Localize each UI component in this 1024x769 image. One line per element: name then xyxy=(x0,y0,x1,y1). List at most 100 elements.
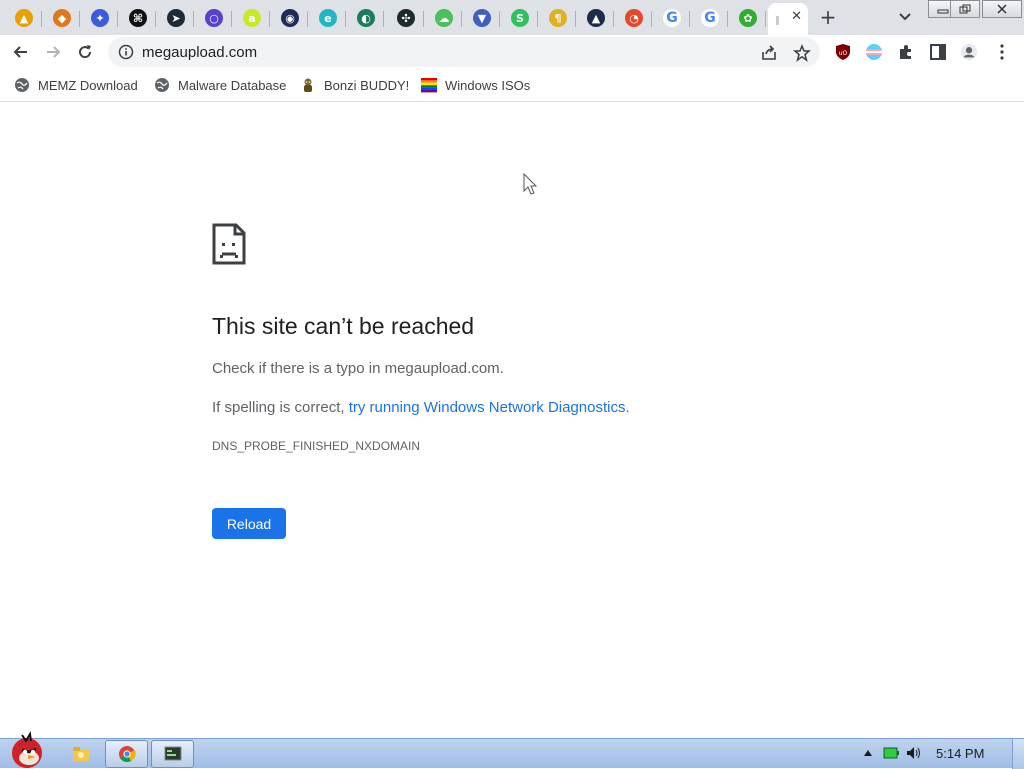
tab-pinned[interactable]: ○ xyxy=(196,4,232,32)
error-title: This site can’t be reached xyxy=(212,313,475,339)
tab-pinned[interactable]: S xyxy=(502,4,538,32)
tab-separator xyxy=(193,11,194,27)
browser-toolbar: megaupload.com uO xyxy=(0,35,1024,69)
tab-separator xyxy=(575,11,576,27)
bookmark-malware-database[interactable]: Malware Database xyxy=(154,76,286,94)
bookmark-bonzi-buddy[interactable]: Bonzi BUDDY! xyxy=(300,76,409,94)
tab-separator xyxy=(345,11,346,27)
extensions-puzzle-icon[interactable] xyxy=(897,43,915,61)
share-icon[interactable] xyxy=(760,44,778,62)
rainbow-flag-icon: ▲ xyxy=(15,9,33,27)
refresh-icon xyxy=(79,45,92,59)
angry-bird-start-icon[interactable] xyxy=(0,731,52,769)
cloud-icon: ☁ xyxy=(435,9,453,27)
dark-hash-icon: ⌘ xyxy=(129,9,147,27)
error-code: DNS_PROBE_FINISHED_NXDOMAIN xyxy=(212,439,421,453)
tab-separator xyxy=(537,11,538,27)
tab-pinned[interactable]: ➤ xyxy=(158,4,194,32)
forward-button[interactable] xyxy=(40,39,66,65)
tab-active[interactable]: ✕ xyxy=(768,3,808,35)
bookmark-windows-isos[interactable]: Windows ISOs xyxy=(421,76,530,94)
terminal-icon xyxy=(164,746,181,761)
bookmark-memz-download[interactable]: MEMZ Download xyxy=(14,76,138,94)
reload-toolbar-button[interactable] xyxy=(72,39,98,65)
restore-button[interactable] xyxy=(950,0,980,18)
ublock-origin-icon[interactable]: uO xyxy=(834,43,852,61)
bookmark-label: Malware Database xyxy=(178,77,287,93)
chrome-icon xyxy=(118,746,136,762)
bookmark-star-icon[interactable] xyxy=(793,44,811,62)
tab-separator xyxy=(231,11,232,27)
bonzi-icon xyxy=(304,78,312,92)
tab-pinned[interactable]: ◉ xyxy=(272,4,308,32)
trans-flag-extension-icon[interactable] xyxy=(865,43,883,61)
page-content: This site can’t be reached Check if ther… xyxy=(0,103,1024,738)
reload-button[interactable]: Reload xyxy=(212,508,286,539)
address-bar[interactable]: megaupload.com xyxy=(108,37,820,67)
edge-icon: e xyxy=(319,9,337,27)
taskbar-terminal[interactable] xyxy=(151,740,194,768)
rainbow-flag-icon xyxy=(421,78,437,93)
minimize-icon xyxy=(937,9,949,14)
network-battery-icon[interactable] xyxy=(883,745,899,761)
volume-icon[interactable] xyxy=(906,745,922,761)
tab-pinned[interactable]: a xyxy=(234,4,270,32)
telegram-icon: ➤ xyxy=(167,9,185,27)
arrow-left-icon xyxy=(13,46,27,58)
bookmarks-bar: MEMZ Download Malware Database Bonzi BUD… xyxy=(0,69,1024,102)
tab-pinned[interactable]: e xyxy=(310,4,346,32)
tab-pinned[interactable]: ✦ xyxy=(82,4,118,32)
bookmark-label: Bonzi BUDDY! xyxy=(324,77,410,93)
tab-separator xyxy=(155,11,156,27)
taskbar-explorer[interactable] xyxy=(68,740,94,768)
info-icon[interactable] xyxy=(118,44,134,60)
show-desktop-button[interactable] xyxy=(1012,739,1024,769)
tab-pinned[interactable]: ✣ xyxy=(388,4,424,32)
back-button[interactable] xyxy=(8,39,34,65)
tab-pinned[interactable]: ▲ xyxy=(578,4,614,32)
tab-pinned[interactable]: ▲ xyxy=(6,4,42,32)
tab-close-icon[interactable]: ✕ xyxy=(791,9,802,24)
new-tab-button[interactable]: + xyxy=(816,5,840,29)
taskbar-clock[interactable]: 5:14 PM xyxy=(936,746,984,761)
folder-icon xyxy=(73,747,89,761)
tab-pinned[interactable]: G xyxy=(692,4,728,32)
loading-icon xyxy=(776,16,779,25)
tab-separator xyxy=(499,11,500,27)
dots-icon: ✣ xyxy=(397,9,415,27)
tab-pinned[interactable]: ◔ xyxy=(616,4,652,32)
tab-pinned[interactable]: ✿ xyxy=(730,4,766,32)
tab-strip: ▲ ◆ ✦ ⌘ ➤ ○ a ◉ e ◐ ✣ ☁ ▼ S ¶ ▲ ◔ G G ✿ ✕ + xyxy=(0,0,1024,35)
taskbar-chrome[interactable] xyxy=(105,740,148,768)
tab-pinned[interactable]: ⌘ xyxy=(120,4,156,32)
bookmark-label: MEMZ Download xyxy=(38,77,138,93)
red-swirl-icon: ◔ xyxy=(625,9,643,27)
tab-pinned[interactable]: ◆ xyxy=(44,4,80,32)
close-window-button[interactable] xyxy=(982,0,1022,18)
tab-pinned[interactable]: ▼ xyxy=(464,4,500,32)
network-diagnostics-link[interactable]: try running Windows Network Diagnostics xyxy=(349,399,626,416)
pac-icon: ◐ xyxy=(357,9,375,27)
tab-separator xyxy=(41,11,42,27)
tab-pinned[interactable]: G xyxy=(654,4,690,32)
tray-expand-icon[interactable] xyxy=(860,745,876,761)
tab-pinned[interactable]: ¶ xyxy=(540,4,576,32)
tab-separator xyxy=(269,11,270,27)
wand-icon: ✦ xyxy=(91,9,109,27)
menu-kebab-icon[interactable] xyxy=(993,43,1011,61)
tab-pinned[interactable]: ☁ xyxy=(426,4,462,32)
tab-pinned[interactable]: ◐ xyxy=(348,4,384,32)
tab-separator xyxy=(117,11,118,27)
green-flower-icon: ✿ xyxy=(739,9,757,27)
tab-separator xyxy=(423,11,424,27)
error-typo-hint: Check if there is a typo in megaupload.c… xyxy=(212,360,504,377)
tab-separator xyxy=(461,11,462,27)
tab-search-chevron-icon[interactable] xyxy=(895,7,915,27)
profile-avatar-icon[interactable] xyxy=(960,43,978,61)
chat-bubble-icon: ○ xyxy=(205,9,223,27)
tab-separator xyxy=(689,11,690,27)
taskbar: 5:14 PM xyxy=(0,731,1024,769)
side-panel-icon[interactable] xyxy=(929,43,947,61)
address-url[interactable]: megaupload.com xyxy=(142,44,257,61)
green-s-icon: S xyxy=(511,9,529,27)
